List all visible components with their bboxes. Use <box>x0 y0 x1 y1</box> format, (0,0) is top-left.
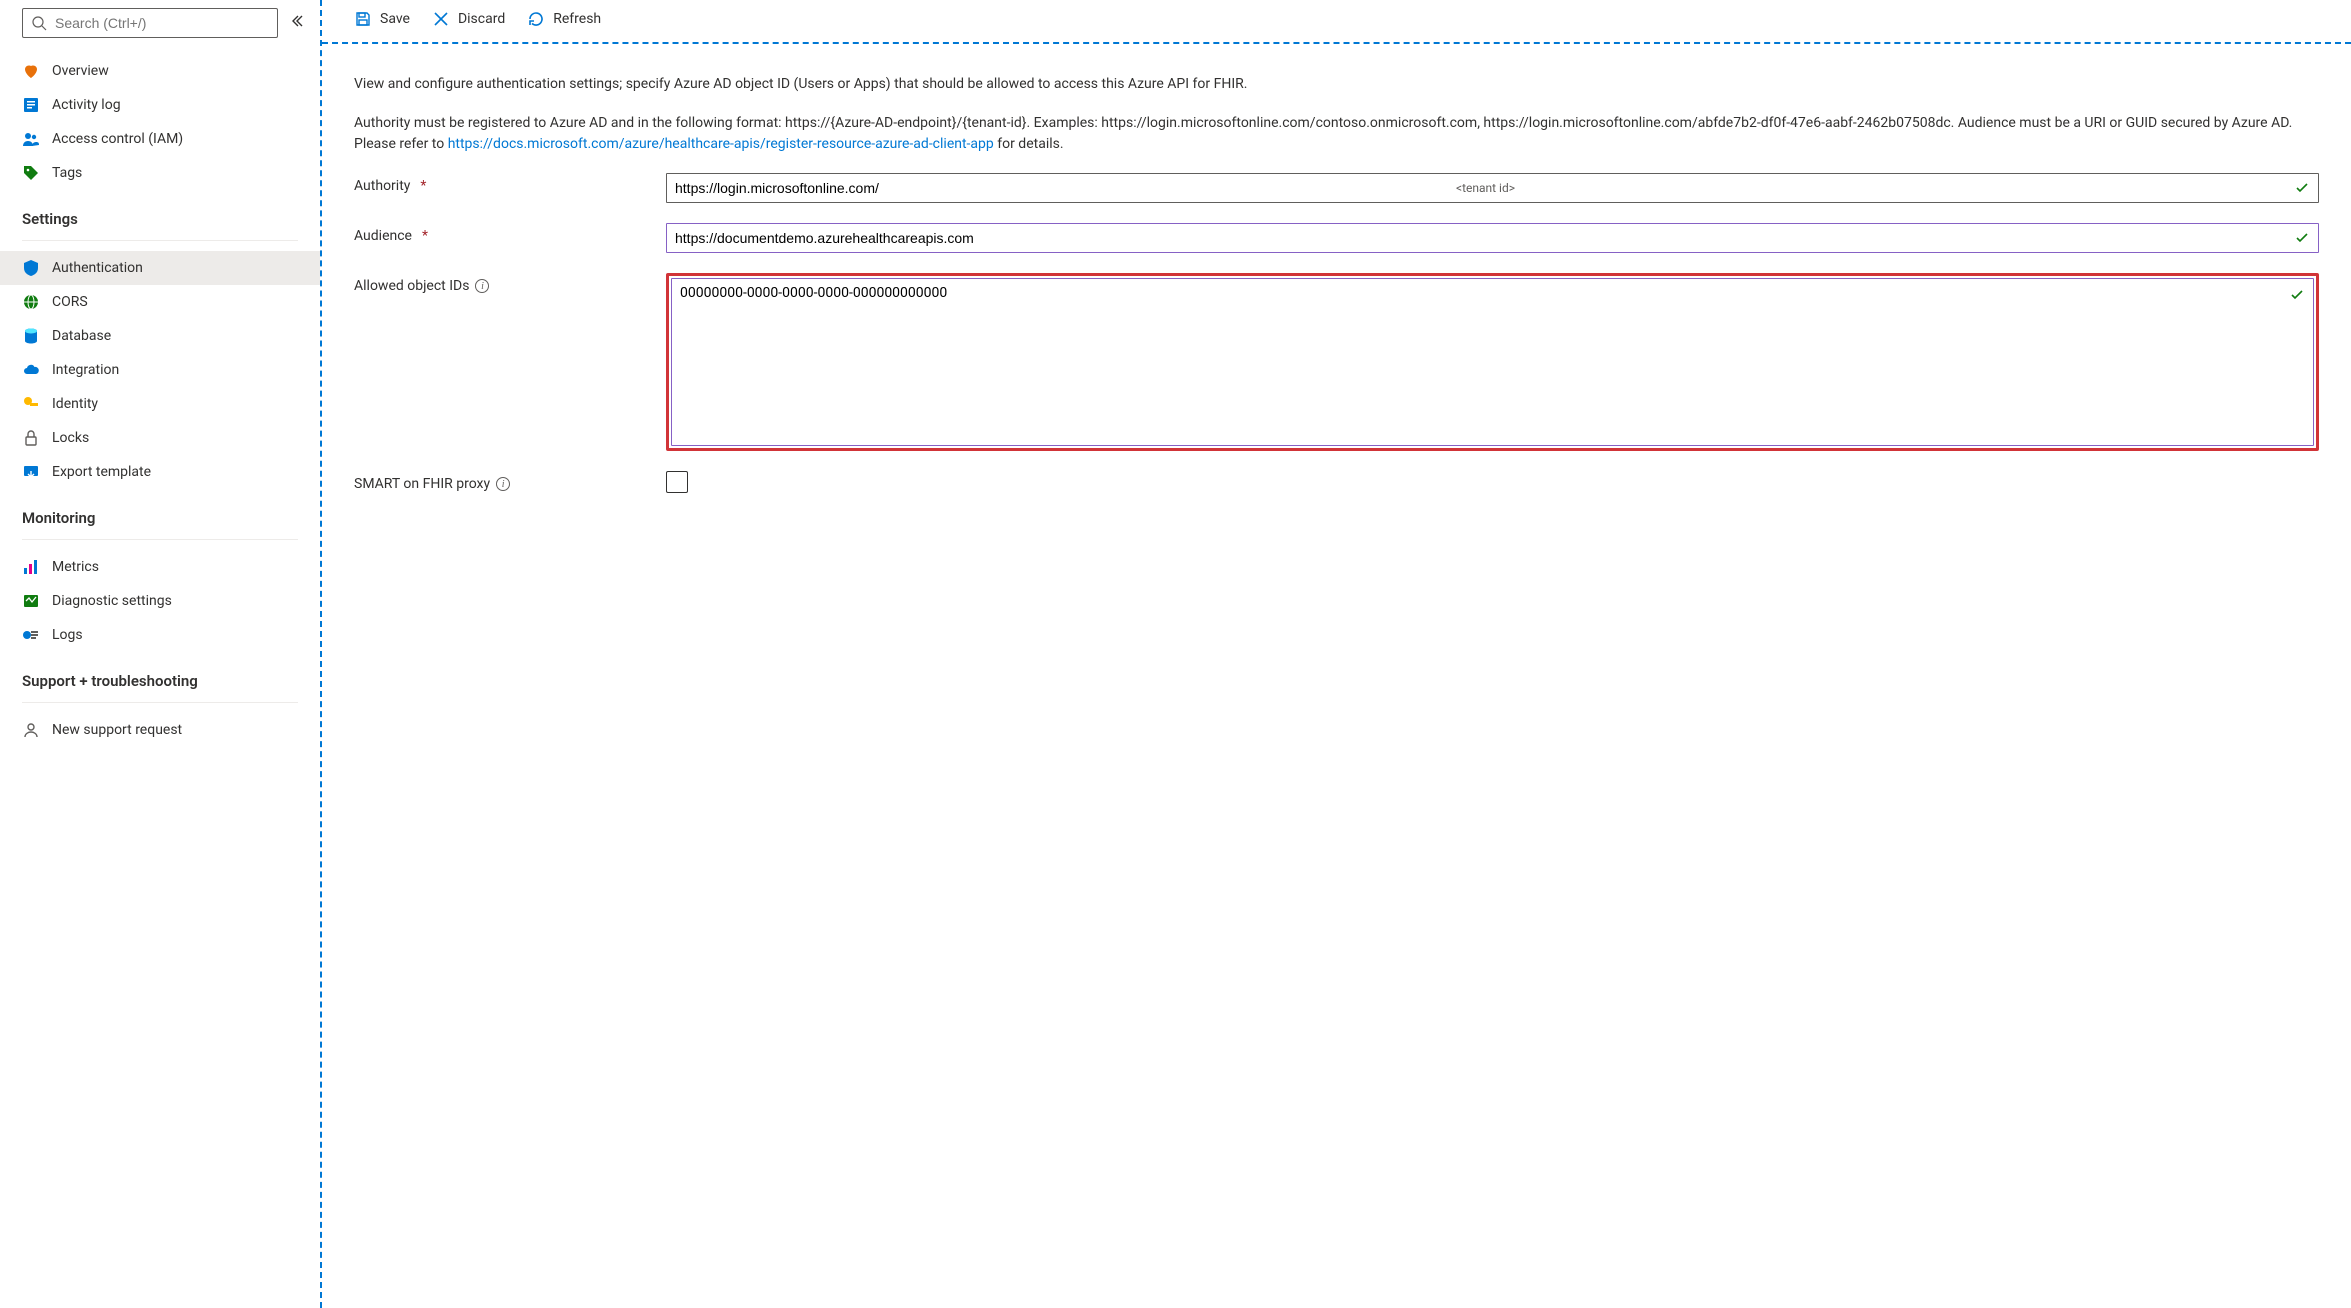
sidebar-item-metrics[interactable]: Metrics <box>0 550 320 584</box>
sidebar-item-new-support-request[interactable]: New support request <box>0 713 320 747</box>
smart-on-fhir-checkbox[interactable] <box>666 471 688 493</box>
collapse-sidebar-button[interactable] <box>288 12 306 34</box>
sidebar-item-export-template[interactable]: Export template <box>0 455 320 489</box>
divider <box>22 539 298 540</box>
sidebar-item-activity-log[interactable]: Activity log <box>0 88 320 122</box>
refresh-button[interactable]: Refresh <box>527 6 601 32</box>
audience-input[interactable] <box>675 226 2294 250</box>
sidebar-item-label: CORS <box>52 294 88 310</box>
form-row-authority: Authority* <tenant id> <box>354 173 2319 203</box>
database-icon <box>22 327 40 345</box>
description-1: View and configure authentication settin… <box>354 74 2319 95</box>
description-2: Authority must be registered to Azure AD… <box>354 113 2319 155</box>
check-icon <box>2294 230 2310 246</box>
audience-input-wrap[interactable] <box>666 223 2319 253</box>
nav-heading-support: Support + troubleshooting <box>0 658 320 698</box>
export-icon <box>22 463 40 481</box>
sidebar-item-label: Authentication <box>52 260 143 276</box>
log-icon <box>22 96 40 114</box>
toolbar-label: Discard <box>458 11 505 27</box>
info-icon[interactable]: i <box>475 279 489 293</box>
sidebar-item-tags[interactable]: Tags <box>0 156 320 190</box>
check-icon <box>2294 180 2310 196</box>
save-button[interactable]: Save <box>354 6 410 32</box>
sidebar-item-label: New support request <box>52 722 182 738</box>
sidebar-item-label: Overview <box>52 63 109 79</box>
sidebar-item-label: Database <box>52 328 111 344</box>
search-box[interactable] <box>22 8 278 38</box>
heart-icon <box>22 62 40 80</box>
required-indicator: * <box>420 178 426 194</box>
sidebar-item-label: Diagnostic settings <box>52 593 172 609</box>
check-icon <box>2289 287 2305 303</box>
sidebar-item-label: Identity <box>52 396 98 412</box>
sidebar-item-label: Activity log <box>52 97 121 113</box>
globe-icon <box>22 293 40 311</box>
diagnostic-icon <box>22 592 40 610</box>
authority-label: Authority* <box>354 173 666 194</box>
sidebar-item-identity[interactable]: Identity <box>0 387 320 421</box>
sidebar-item-label: Locks <box>52 430 89 446</box>
chart-icon <box>22 558 40 576</box>
close-icon <box>432 10 450 28</box>
sidebar-item-cors[interactable]: CORS <box>0 285 320 319</box>
lock-icon <box>22 429 40 447</box>
authority-hint: <tenant id> <box>1456 181 1515 195</box>
cloud-icon <box>22 361 40 379</box>
divider <box>22 702 298 703</box>
allowed-object-ids-input-wrap[interactable] <box>671 278 2314 446</box>
sidebar: Overview Activity log Access control (IA… <box>0 0 322 1308</box>
sidebar-item-overview[interactable]: Overview <box>0 54 320 88</box>
toolbar-label: Save <box>380 11 410 27</box>
nav-settings-group: Authentication CORS Database Integration… <box>0 245 320 495</box>
allowed-object-ids-label: Allowed object IDs i <box>354 273 666 294</box>
sidebar-item-label: Access control (IAM) <box>52 131 183 147</box>
people-icon <box>22 130 40 148</box>
highlight-annotation <box>666 273 2319 451</box>
required-indicator: * <box>422 228 428 244</box>
nav-support-group: New support request <box>0 707 320 753</box>
sidebar-item-label: Metrics <box>52 559 99 575</box>
sidebar-item-integration[interactable]: Integration <box>0 353 320 387</box>
authority-input[interactable] <box>675 176 1454 200</box>
refresh-icon <box>527 10 545 28</box>
sidebar-item-label: Tags <box>52 165 82 181</box>
toolbar: Save Discard Refresh <box>322 0 2351 44</box>
sidebar-item-label: Export template <box>52 464 151 480</box>
smart-on-fhir-label: SMART on FHIR proxy i <box>354 471 666 492</box>
search-icon <box>31 15 47 31</box>
logs-icon <box>22 626 40 644</box>
form-row-allowed-object-ids: Allowed object IDs i <box>354 273 2319 451</box>
form-row-audience: Audience* <box>354 223 2319 253</box>
key-icon <box>22 395 40 413</box>
sidebar-item-locks[interactable]: Locks <box>0 421 320 455</box>
sidebar-item-label: Logs <box>52 627 83 643</box>
toolbar-label: Refresh <box>553 11 601 27</box>
person-icon <box>22 721 40 739</box>
audience-label: Audience* <box>354 223 666 244</box>
sidebar-item-authentication[interactable]: Authentication <box>0 251 320 285</box>
sidebar-item-logs[interactable]: Logs <box>0 618 320 652</box>
discard-button[interactable]: Discard <box>432 6 505 32</box>
sidebar-item-label: Integration <box>52 362 119 378</box>
info-icon[interactable]: i <box>496 477 510 491</box>
save-icon <box>354 10 372 28</box>
divider <box>22 240 298 241</box>
sidebar-item-access-control[interactable]: Access control (IAM) <box>0 122 320 156</box>
sidebar-item-diagnostic-settings[interactable]: Diagnostic settings <box>0 584 320 618</box>
authority-input-wrap[interactable]: <tenant id> <box>666 173 2319 203</box>
docs-link[interactable]: https://docs.microsoft.com/azure/healthc… <box>448 136 994 152</box>
shield-icon <box>22 259 40 277</box>
nav-heading-monitoring: Monitoring <box>0 495 320 535</box>
sidebar-item-database[interactable]: Database <box>0 319 320 353</box>
nav-top-group: Overview Activity log Access control (IA… <box>0 48 320 196</box>
nav-heading-settings: Settings <box>0 196 320 236</box>
tag-icon <box>22 164 40 182</box>
allowed-object-ids-input[interactable] <box>680 285 2281 435</box>
nav-monitoring-group: Metrics Diagnostic settings Logs <box>0 544 320 658</box>
search-input[interactable] <box>47 15 269 31</box>
main-content: Save Discard Refresh View and configure … <box>322 0 2351 1308</box>
form-row-smart-proxy: SMART on FHIR proxy i <box>354 471 2319 493</box>
content-area: View and configure authentication settin… <box>322 44 2351 1308</box>
